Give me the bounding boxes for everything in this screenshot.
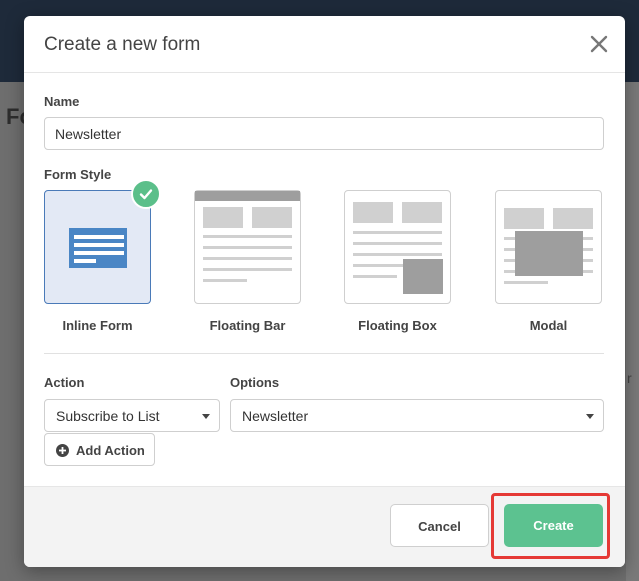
- modal-header: Create a new form: [24, 16, 625, 73]
- inline-form-icon: [69, 228, 127, 268]
- options-select-value: Newsletter: [242, 408, 309, 424]
- options-select[interactable]: Newsletter: [230, 399, 604, 432]
- create-form-modal: Create a new form Name Form Style Inline…: [24, 16, 625, 567]
- options-label: Options: [230, 375, 280, 390]
- background-heading: Fo: [6, 104, 26, 129]
- chevron-down-icon: [586, 414, 594, 419]
- form-style-label: Form Style: [44, 167, 112, 182]
- action-select[interactable]: Subscribe to List: [44, 399, 220, 432]
- form-style-inline-card[interactable]: [44, 190, 151, 304]
- action-select-value: Subscribe to List: [56, 408, 160, 424]
- add-action-label: Add Action: [76, 443, 145, 458]
- checkmark-icon: [139, 189, 153, 200]
- background-right-text: r: [627, 370, 632, 386]
- background-right-strip: [626, 82, 639, 581]
- add-action-button[interactable]: Add Action: [44, 433, 155, 466]
- floating-bar-icon: [195, 191, 300, 282]
- plus-circle-icon: [56, 444, 69, 457]
- modal-title: Create a new form: [44, 34, 201, 55]
- action-label: Action: [44, 375, 85, 390]
- form-style-floating-box-card[interactable]: [344, 190, 451, 304]
- modal-footer: Cancel Create: [24, 486, 625, 567]
- cancel-button[interactable]: Cancel: [390, 504, 489, 547]
- form-style-floating-bar-label: Floating Bar: [209, 318, 286, 333]
- close-icon: [590, 35, 608, 53]
- create-button[interactable]: Create: [504, 504, 603, 547]
- chevron-down-icon: [202, 414, 210, 419]
- form-style-floating-box-label: Floating Box: [358, 318, 437, 333]
- selected-check-badge: [131, 179, 161, 209]
- section-divider: [44, 353, 604, 354]
- modal-icon: [504, 208, 593, 284]
- close-button[interactable]: [587, 32, 611, 56]
- name-label: Name: [44, 94, 80, 109]
- name-input[interactable]: [44, 117, 604, 150]
- form-style-modal-label: Modal: [529, 318, 568, 333]
- form-style-floating-bar-card[interactable]: [194, 190, 301, 304]
- floating-box-icon: [353, 202, 443, 294]
- form-style-inline-label: Inline Form: [62, 318, 133, 333]
- form-style-modal-card[interactable]: [495, 190, 602, 304]
